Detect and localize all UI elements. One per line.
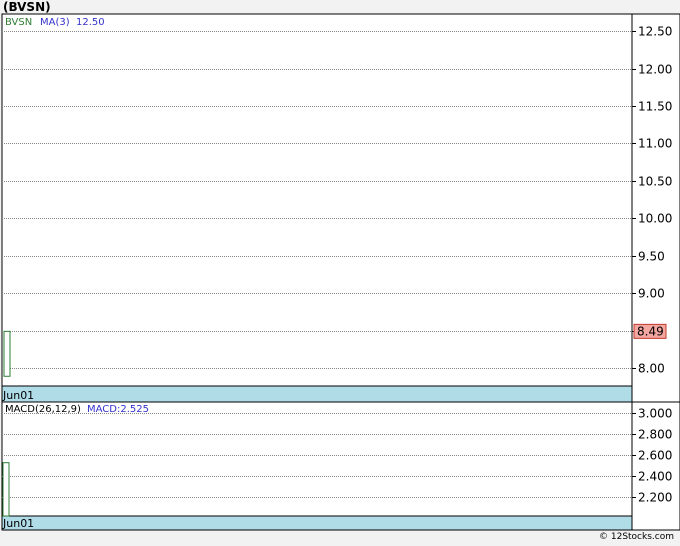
legend-ticker: BVSN <box>5 17 32 28</box>
footer-credit: © 12Stocks.com <box>599 532 674 542</box>
price-ytick-label: 12.50 <box>638 25 672 39</box>
macd-ytick-label: 3.000 <box>638 407 672 421</box>
macd-plot-area <box>1 401 633 517</box>
price-date-band <box>1 385 633 403</box>
price-ytick-label: 8.00 <box>638 362 665 376</box>
candle-body <box>3 330 11 377</box>
price-date-label: Jun01 <box>2 389 34 402</box>
macd-axis-area <box>631 401 680 531</box>
last-price-label: 8.49 <box>637 324 664 338</box>
stock-chart: 8.008.509.009.5010.0010.5011.0011.5012.0… <box>1 13 680 531</box>
macd-legend-value: MACD:2.525 <box>87 404 149 415</box>
macd-ytick-label: 2.800 <box>638 428 672 442</box>
macd-bar <box>2 462 10 517</box>
macd-date-label: Jun01 <box>2 517 34 530</box>
price-ytick-label: 10.00 <box>638 212 672 226</box>
price-ytick-label: 11.00 <box>638 137 672 151</box>
macd-legend-label: MACD(26,12,9) <box>5 404 81 415</box>
macd-ytick-label: 2.400 <box>638 470 672 484</box>
macd-date-band <box>1 515 633 531</box>
price-ytick-label: 11.50 <box>638 100 672 114</box>
price-ytick-label: 12.00 <box>638 63 672 77</box>
legend-ma-value: 12.50 <box>76 17 105 28</box>
macd-ytick-label: 2.600 <box>638 449 672 463</box>
legend-ma-label: MA(3) <box>40 17 70 28</box>
price-ytick-label: 9.00 <box>638 287 665 301</box>
macd-ytick-label: 2.200 <box>638 491 672 505</box>
price-ytick-label: 10.50 <box>638 175 672 189</box>
price-ytick-label: 9.50 <box>638 250 665 264</box>
